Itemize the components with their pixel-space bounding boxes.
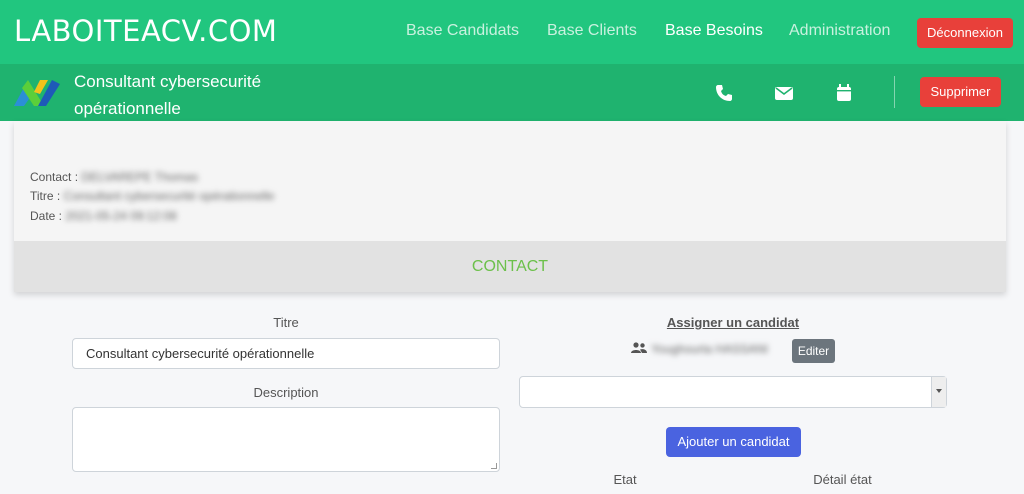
logout-button[interactable]: Déconnexion <box>917 18 1013 48</box>
calendar-icon[interactable] <box>834 83 854 103</box>
header-divider <box>894 76 895 108</box>
brand-logo-text[interactable]: LABOITEACV.COM <box>14 14 277 48</box>
candidate-select[interactable] <box>519 376 947 408</box>
contact-info-card: Contact : DELVAREPE Thomas Titre : Consu… <box>14 121 1006 292</box>
candidate-name: Youghourta HASSANI <box>651 342 769 356</box>
titre-value: Consultant cybersecurité opérationnelle <box>63 189 275 203</box>
nav-base-clients[interactable]: Base Clients <box>547 22 637 40</box>
resize-handle[interactable] <box>491 463 497 469</box>
date-line: Date : 2021-05-24 09:12:08 <box>30 209 177 223</box>
titre-field-label: Titre <box>273 315 299 330</box>
top-navbar: LABOITEACV.COM Base Candidats Base Clien… <box>0 0 1024 64</box>
titre-label: Titre : <box>30 189 61 203</box>
company-logo-icon <box>14 80 60 106</box>
nav-base-candidats[interactable]: Base Candidats <box>406 22 519 40</box>
assign-candidate-link[interactable]: Assigner un candidat <box>519 315 947 330</box>
add-candidate-button[interactable]: Ajouter un candidat <box>666 427 801 457</box>
delete-button[interactable]: Supprimer <box>920 77 1001 107</box>
titre-line: Titre : Consultant cybersecurité opérati… <box>30 189 274 203</box>
envelope-icon[interactable] <box>774 83 794 103</box>
nav-administration[interactable]: Administration <box>789 22 890 40</box>
phone-icon[interactable] <box>714 83 734 103</box>
chevron-down-icon <box>931 377 946 407</box>
date-value: 2021-05-24 09:12:08 <box>65 209 177 223</box>
contact-tab[interactable]: CONTACT <box>14 241 1006 292</box>
detail-etat-label: Détail état <box>813 472 872 487</box>
edit-candidate-button[interactable]: Editer <box>792 339 835 363</box>
titre-input[interactable]: Consultant cybersecurité opérationnelle <box>72 338 500 369</box>
contact-label: Contact : <box>30 170 79 184</box>
description-textarea[interactable] <box>72 407 500 472</box>
assigned-candidate: Youghourta HASSANI <box>630 342 768 356</box>
description-field-label: Description <box>253 385 319 400</box>
contact-tab-label: CONTACT <box>471 258 549 275</box>
date-label: Date : <box>30 209 63 223</box>
record-title: Consultant cybersecurité opérationnelle <box>74 72 262 118</box>
users-icon <box>631 342 647 353</box>
contact-value: DELVAREPE Thomas <box>81 170 199 184</box>
etat-label: Etat <box>613 472 637 487</box>
contact-line: Contact : DELVAREPE Thomas <box>30 170 198 184</box>
nav-base-besoins[interactable]: Base Besoins <box>665 22 763 40</box>
